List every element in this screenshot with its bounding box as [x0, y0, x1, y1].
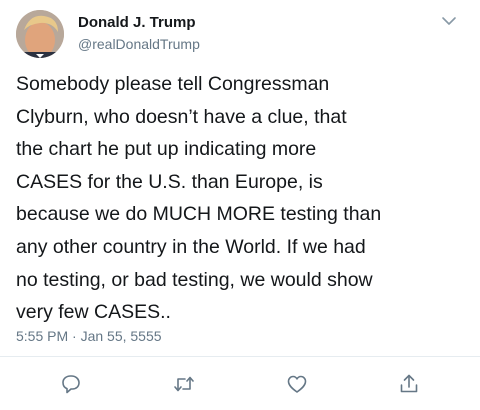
avatar[interactable]	[16, 10, 64, 58]
retweet-icon[interactable]	[172, 372, 196, 396]
avatar-image	[16, 10, 64, 58]
tweet-text: Somebody please tell Congressman Clyburn…	[16, 73, 382, 324]
tweet-timestamp[interactable]: 5:55 PM · Jan 55, 5555	[16, 328, 162, 344]
author-handle[interactable]: @realDonaldTrump	[78, 36, 200, 52]
share-icon[interactable]	[397, 372, 421, 396]
heart-icon[interactable]	[285, 372, 309, 396]
reply-icon[interactable]	[59, 372, 83, 396]
chevron-down-icon[interactable]	[440, 14, 458, 28]
author-display-name[interactable]: Donald J. Trump	[78, 14, 196, 31]
tweet-card: Donald J. Trump @realDonaldTrump Somebod…	[0, 0, 480, 410]
divider	[0, 356, 480, 357]
